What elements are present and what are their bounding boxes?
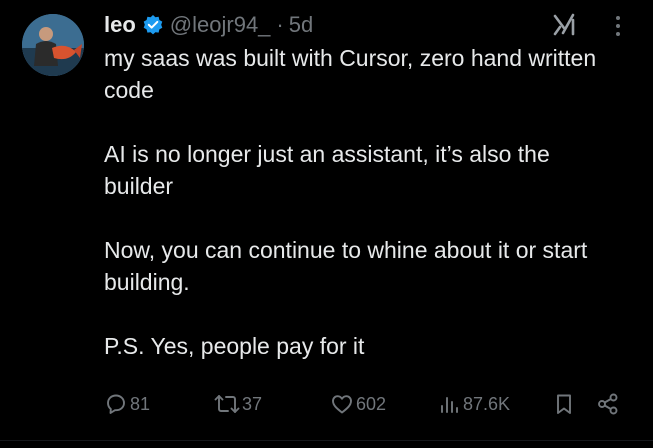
verified-badge-icon: [142, 14, 164, 36]
tweet-paragraph-4: P.S. Yes, people pay for it: [104, 333, 365, 359]
avatar-photo: [22, 14, 84, 76]
tweet-paragraph-1: my saas was built with Cursor, zero hand…: [104, 45, 597, 103]
divider: [0, 440, 653, 441]
share-button[interactable]: [596, 386, 620, 422]
reply-icon: [104, 392, 128, 416]
like-count: 602: [356, 393, 387, 414]
reply-count: 81: [130, 393, 151, 414]
like-button[interactable]: 602: [330, 386, 386, 422]
grok-icon[interactable]: [552, 12, 578, 38]
repost-icon: [214, 392, 240, 416]
separator-dot: ·: [276, 12, 284, 37]
author-handle[interactable]: @leojr94_: [170, 12, 271, 38]
avatar[interactable]: [22, 14, 84, 76]
tweet-actions: 81 37 602 87.6K: [104, 386, 634, 422]
reply-button[interactable]: 81: [104, 386, 150, 422]
views-icon: [437, 392, 461, 416]
tweet-header: leo @leojr94_ · 5d: [104, 10, 313, 40]
more-icon[interactable]: [610, 14, 626, 38]
tweet-text: my saas was built with Cursor, zero hand…: [104, 42, 624, 362]
bookmark-button[interactable]: [552, 386, 576, 422]
views-button[interactable]: 87.6K: [437, 386, 510, 422]
repost-count: 37: [242, 393, 263, 414]
tweet[interactable]: leo @leojr94_ · 5d my saas was built wit…: [0, 0, 653, 448]
heart-icon: [330, 392, 354, 416]
author-name[interactable]: leo: [104, 12, 136, 38]
tweet-paragraph-3: Now, you can continue to whine about it …: [104, 237, 588, 295]
views-count: 87.6K: [463, 393, 511, 414]
bookmark-icon: [552, 392, 576, 416]
share-icon: [596, 392, 620, 416]
timestamp[interactable]: 5d: [289, 12, 313, 38]
tweet-paragraph-2: AI is no longer just an assistant, it’s …: [104, 141, 550, 199]
repost-button[interactable]: 37: [214, 386, 262, 422]
